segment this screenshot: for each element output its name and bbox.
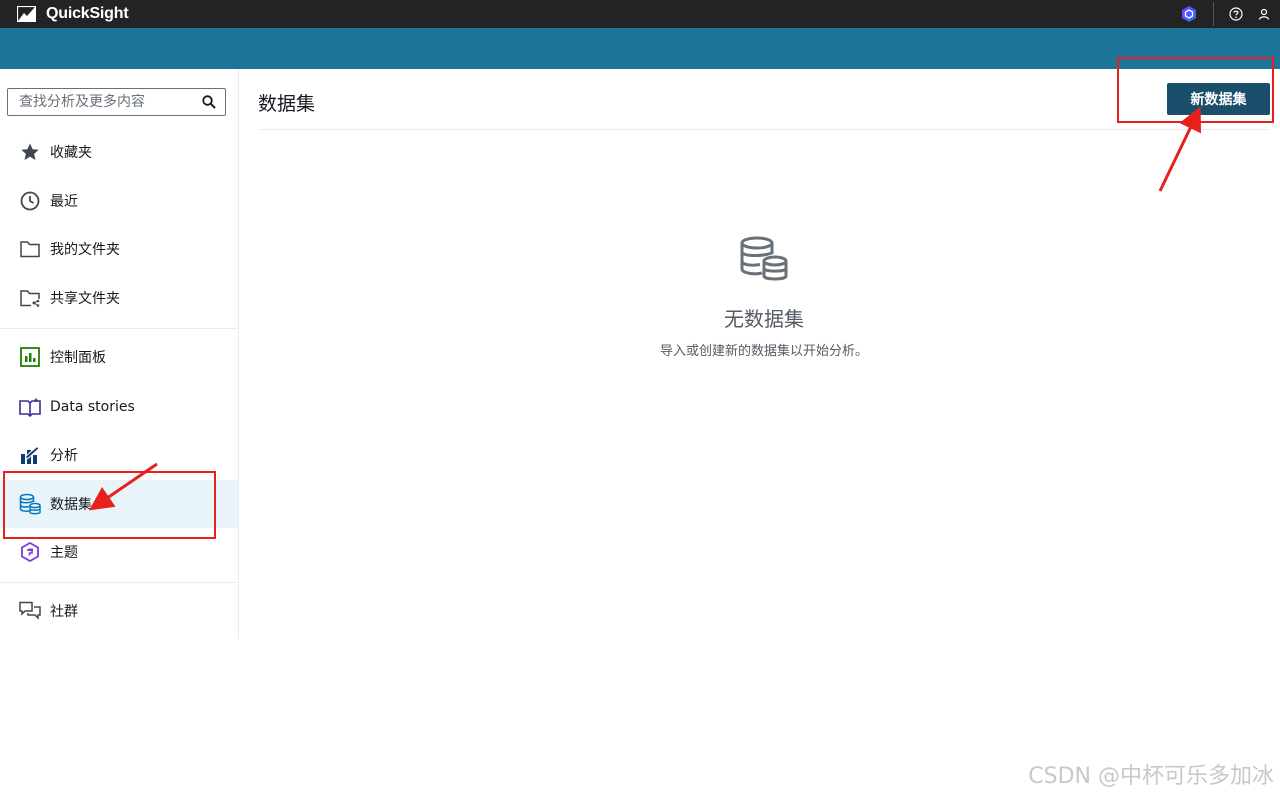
sidebar-item-label: 最近 xyxy=(50,194,78,210)
sidebar-item-label: 收藏夹 xyxy=(50,145,92,161)
header-banner xyxy=(0,28,1280,69)
topbar-divider xyxy=(1213,2,1214,26)
community-icon xyxy=(19,600,41,622)
page-title: 数据集 xyxy=(258,93,316,115)
amazon-q-button[interactable] xyxy=(1175,0,1203,28)
sidebar-item-label: Data stories xyxy=(50,399,135,415)
sidebar-item-favorites[interactable]: 收藏夹 xyxy=(0,128,238,176)
search-input[interactable] xyxy=(19,90,204,114)
user-icon xyxy=(1258,8,1270,20)
help-icon xyxy=(1229,7,1243,21)
sidebar-divider xyxy=(0,328,238,329)
annotation-box-new-dataset xyxy=(1117,57,1274,123)
app-title: QuickSight xyxy=(46,5,129,22)
sidebar-item-shared-folders[interactable]: 共享文件夹 xyxy=(0,274,238,322)
sidebar: 收藏夹 最近 我的文件夹 共享文件夹 控制面板 Data stories xyxy=(0,69,239,639)
amazon-q-icon xyxy=(1182,6,1196,22)
data-stories-icon xyxy=(19,396,41,418)
sidebar-item-label: 主题 xyxy=(50,545,78,561)
sidebar-item-label: 控制面板 xyxy=(50,350,106,366)
annotation-box-datasets xyxy=(3,471,216,539)
sidebar-item-community[interactable]: 社群 xyxy=(0,587,238,635)
quicksight-logo-icon xyxy=(17,6,36,22)
top-bar: QuickSight xyxy=(0,0,1280,28)
sidebar-item-dashboards[interactable]: 控制面板 xyxy=(0,333,238,381)
sidebar-item-my-folders[interactable]: 我的文件夹 xyxy=(0,225,238,273)
clock-icon xyxy=(19,190,41,212)
sidebar-item-label: 共享文件夹 xyxy=(50,291,120,307)
empty-state-description: 导入或创建新的数据集以开始分析。 xyxy=(659,344,868,359)
search-icon[interactable] xyxy=(202,95,216,109)
database-icon xyxy=(740,236,788,281)
folder-icon xyxy=(19,238,41,260)
sidebar-item-label: 我的文件夹 xyxy=(50,242,120,258)
dashboard-icon xyxy=(19,346,41,368)
watermark: CSDN @中杯可乐多加冰 xyxy=(1028,764,1274,789)
sidebar-item-label: 社群 xyxy=(50,604,78,620)
star-icon xyxy=(19,141,41,163)
header-divider xyxy=(258,129,1270,130)
sidebar-item-recent[interactable]: 最近 xyxy=(0,177,238,225)
empty-state-title: 无数据集 xyxy=(724,307,804,331)
sidebar-item-data-stories[interactable]: Data stories xyxy=(0,383,238,431)
user-menu-button[interactable] xyxy=(1250,0,1278,28)
theme-icon xyxy=(19,541,41,563)
app-logo[interactable]: QuickSight xyxy=(17,5,129,23)
sidebar-divider xyxy=(0,582,238,583)
search-box xyxy=(7,88,226,116)
shared-folder-icon xyxy=(19,287,41,309)
help-button[interactable] xyxy=(1222,0,1250,28)
analysis-icon xyxy=(19,444,41,466)
sidebar-item-label: 分析 xyxy=(50,448,78,464)
